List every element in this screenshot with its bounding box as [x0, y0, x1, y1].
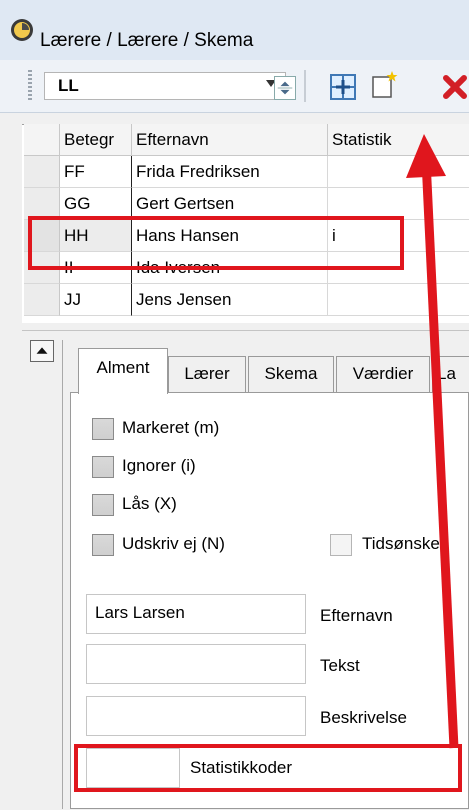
grid-corner: [24, 124, 60, 156]
row-selector[interactable]: [24, 156, 60, 188]
column-header-betegnelse[interactable]: Betegr: [60, 124, 132, 156]
tekst-field[interactable]: [86, 644, 306, 684]
checkbox-markeret-label: Markeret (m): [122, 418, 220, 437]
teacher-combo[interactable]: [44, 72, 286, 100]
spinner-icon[interactable]: [274, 76, 296, 100]
pane-divider: [62, 340, 63, 809]
column-header-efternavn[interactable]: Efternavn: [132, 124, 328, 156]
beskrivelse-field[interactable]: [86, 696, 306, 736]
clock-app-icon: [11, 19, 33, 41]
checkbox-ignorer[interactable]: [92, 456, 114, 478]
red-arrow-icon: [406, 134, 459, 749]
toolbar-separator: [304, 70, 306, 102]
tab-alment[interactable]: Alment: [78, 348, 168, 394]
grid-view-icon[interactable]: [328, 72, 358, 102]
collapse-up-icon[interactable]: [30, 340, 54, 362]
checkbox-markeret[interactable]: [92, 418, 114, 440]
tab-skema[interactable]: Skema: [248, 356, 334, 392]
window-title: Lærere / Lærere / Skema: [40, 30, 254, 51]
tab-laerer[interactable]: Lærer: [168, 356, 246, 392]
tekst-label: Tekst: [320, 656, 360, 675]
cell-code[interactable]: JJ: [60, 284, 132, 316]
toolbar-grip[interactable]: [28, 70, 32, 102]
checkbox-laas-label: Lås (X): [122, 494, 177, 513]
row-selector[interactable]: [24, 284, 60, 316]
efternavn-field[interactable]: Lars Larsen: [86, 594, 306, 634]
efternavn-label: Efternavn: [320, 606, 393, 625]
cell-code[interactable]: FF: [60, 156, 132, 188]
cell-name[interactable]: Jens Jensen: [132, 284, 328, 316]
highlight-box-row: [28, 216, 404, 270]
cell-name[interactable]: Frida Fredriksen: [132, 156, 328, 188]
checkbox-laas[interactable]: [92, 494, 114, 516]
new-document-icon[interactable]: [368, 70, 398, 100]
checkbox-udskriv-ej[interactable]: [92, 534, 114, 556]
checkbox-tidsoensker[interactable]: [330, 534, 352, 556]
checkbox-ignorer-label: Ignorer (i): [122, 456, 196, 475]
checkbox-udskriv-ej-label: Udskriv ej (N): [122, 534, 225, 553]
delete-icon[interactable]: [440, 72, 469, 102]
teacher-combo-value: LL: [58, 76, 79, 95]
